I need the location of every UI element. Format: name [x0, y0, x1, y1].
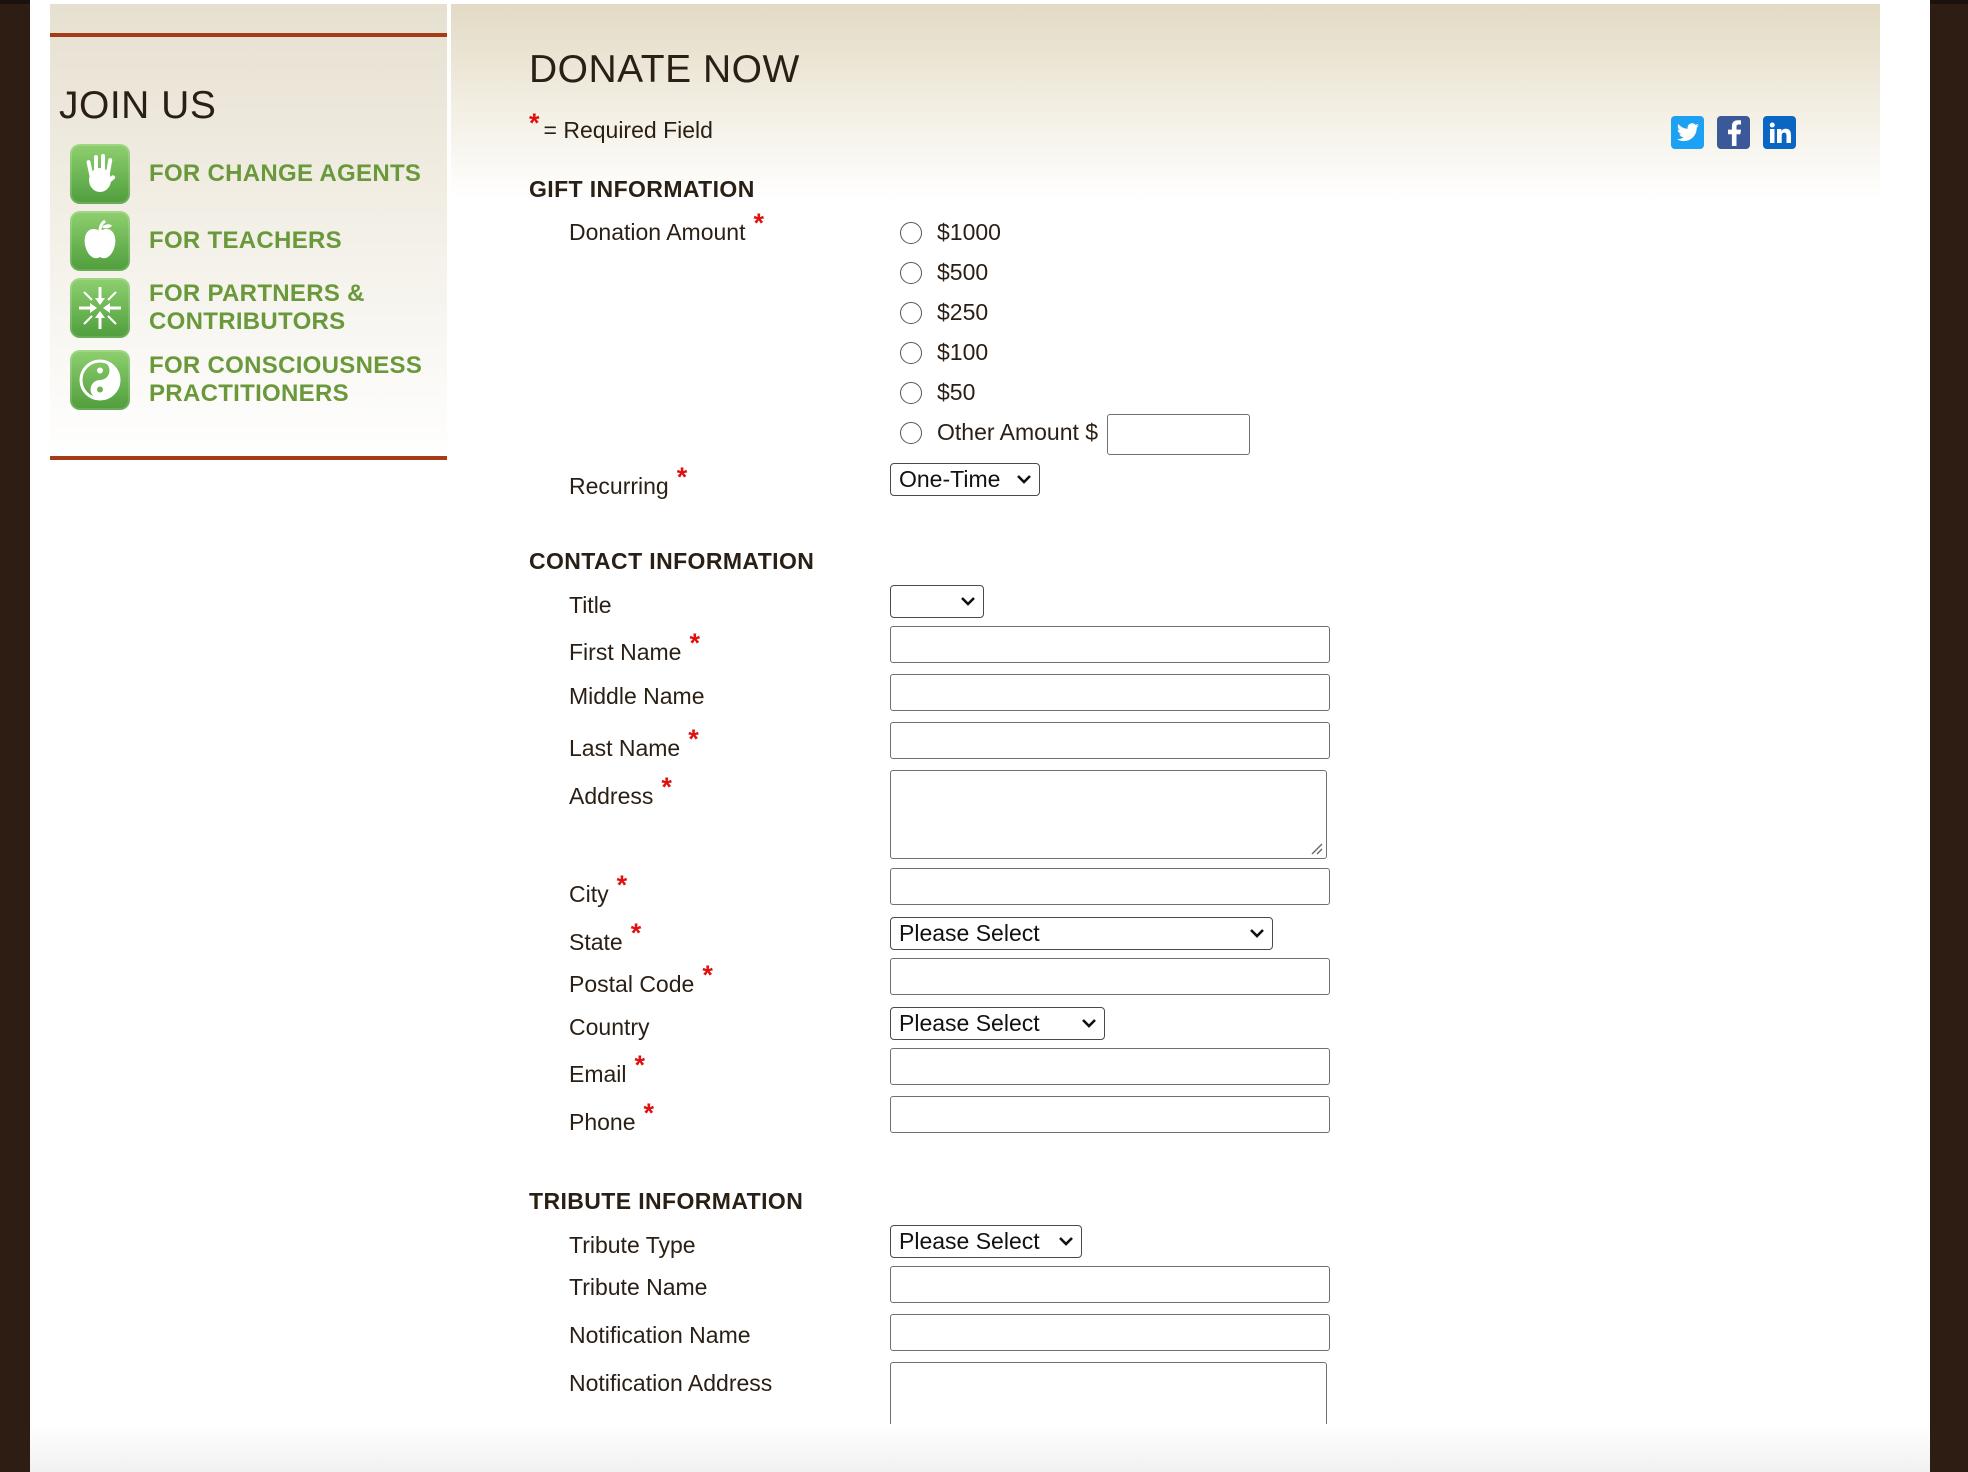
required-marker: * — [643, 1098, 655, 1128]
required-marker: * — [616, 870, 628, 900]
middle-name-label: Middle Name — [569, 683, 705, 709]
required-marker: * — [634, 1050, 646, 1080]
radio-button[interactable] — [900, 261, 922, 284]
donation-option-label: $250 — [937, 299, 989, 325]
donation-option-50[interactable]: $50 — [900, 379, 975, 406]
required-marker: * — [702, 960, 713, 990]
first-name-field[interactable] — [890, 626, 1330, 663]
donation-option-500[interactable]: $500 — [900, 259, 988, 286]
chevron-down-icon — [961, 597, 975, 606]
phone-field[interactable] — [890, 1096, 1330, 1133]
twitter-icon[interactable] — [1671, 116, 1704, 149]
donation-option-100[interactable]: $100 — [900, 339, 988, 366]
footer-band — [30, 1424, 1930, 1472]
recurring-select[interactable]: One-Time — [890, 463, 1040, 496]
email-label: Email * — [569, 1050, 645, 1089]
country-select-value: Please Select — [899, 1010, 1040, 1036]
donation-option-label: Other Amount $ — [937, 419, 1099, 445]
radio-button[interactable] — [900, 421, 922, 444]
contact-information-heading: CONTACT INFORMATION — [529, 548, 815, 574]
recurring-select-value: One-Time — [899, 466, 1001, 492]
state-select-value: Please Select — [899, 920, 1040, 946]
recurring-label: Recurring * — [569, 462, 687, 501]
radio-button[interactable] — [900, 301, 922, 324]
first-name-text: First Name — [569, 639, 682, 665]
last-name-field[interactable] — [890, 722, 1330, 759]
address-text: Address — [569, 783, 654, 809]
tribute-type-select-value: Please Select — [899, 1228, 1040, 1254]
title-label: Title — [569, 592, 612, 618]
required-field-note: * = Required Field — [529, 108, 713, 145]
facebook-icon[interactable] — [1717, 116, 1750, 149]
donation-amount-text: Donation Amount — [569, 219, 746, 245]
required-note-text: = Required Field — [543, 117, 713, 143]
donation-amount-label: Donation Amount * — [569, 208, 764, 247]
other-amount-input[interactable] — [1107, 414, 1250, 455]
notification-name-label: Notification Name — [569, 1322, 751, 1348]
country-select[interactable]: Please Select — [890, 1007, 1105, 1040]
email-field[interactable] — [890, 1048, 1330, 1085]
gift-information-heading: GIFT INFORMATION — [529, 176, 755, 202]
donation-option-1000[interactable]: $1000 — [900, 219, 1001, 246]
tribute-type-label: Tribute Type — [569, 1232, 696, 1258]
required-marker: * — [630, 918, 642, 948]
page-title: DONATE NOW — [529, 48, 800, 91]
required-marker: * — [753, 208, 764, 238]
phone-label: Phone * — [569, 1098, 654, 1137]
donation-option-label: $50 — [937, 379, 976, 405]
required-marker: * — [661, 772, 672, 802]
city-text: City — [569, 881, 609, 907]
address-textarea[interactable] — [890, 770, 1327, 859]
tribute-information-heading: TRIBUTE INFORMATION — [529, 1188, 804, 1214]
donation-option-label: $500 — [937, 259, 989, 285]
postal-code-text: Postal Code — [569, 971, 695, 997]
notification-address-label: Notification Address — [569, 1370, 773, 1396]
chevron-down-icon — [1017, 475, 1031, 484]
address-label: Address * — [569, 772, 672, 811]
radio-button[interactable] — [900, 341, 922, 364]
email-text: Email — [569, 1061, 627, 1087]
chevron-down-icon — [1082, 1019, 1096, 1028]
required-marker: * — [689, 628, 700, 658]
state-select[interactable]: Please Select — [890, 917, 1273, 950]
middle-name-field[interactable] — [890, 674, 1330, 711]
radio-button[interactable] — [900, 381, 922, 404]
tribute-name-label: Tribute Name — [569, 1274, 708, 1300]
tribute-name-field[interactable] — [890, 1266, 1330, 1303]
donation-option-label: $100 — [937, 339, 989, 365]
chevron-down-icon — [1250, 929, 1264, 938]
city-field[interactable] — [890, 868, 1330, 905]
social-links — [1671, 116, 1796, 149]
donation-option-other[interactable]: Other Amount $ — [900, 419, 1098, 446]
postal-code-field[interactable] — [890, 958, 1330, 995]
city-label: City * — [569, 870, 627, 909]
required-marker: * — [529, 108, 540, 138]
postal-code-label: Postal Code * — [569, 960, 713, 999]
donation-form: DONATE NOW * = Required Field GIFT INFORM… — [0, 0, 1968, 1472]
donation-option-label: $1000 — [937, 219, 1001, 245]
required-marker: * — [676, 462, 688, 492]
country-label: Country — [569, 1014, 650, 1040]
linkedin-icon[interactable] — [1763, 116, 1796, 149]
notification-name-field[interactable] — [890, 1314, 1330, 1351]
resize-handle-icon[interactable] — [1309, 841, 1323, 855]
state-label: State * — [569, 918, 641, 957]
first-name-label: First Name * — [569, 628, 700, 667]
tribute-type-select[interactable]: Please Select — [890, 1225, 1082, 1258]
phone-text: Phone — [569, 1109, 636, 1135]
state-text: State — [569, 929, 623, 955]
recurring-text: Recurring — [569, 473, 669, 499]
donation-option-250[interactable]: $250 — [900, 299, 988, 326]
required-marker: * — [688, 724, 699, 754]
chevron-down-icon — [1059, 1237, 1073, 1246]
last-name-label: Last Name * — [569, 724, 699, 763]
last-name-text: Last Name — [569, 735, 681, 761]
title-select[interactable] — [890, 585, 984, 618]
radio-button[interactable] — [900, 221, 922, 244]
